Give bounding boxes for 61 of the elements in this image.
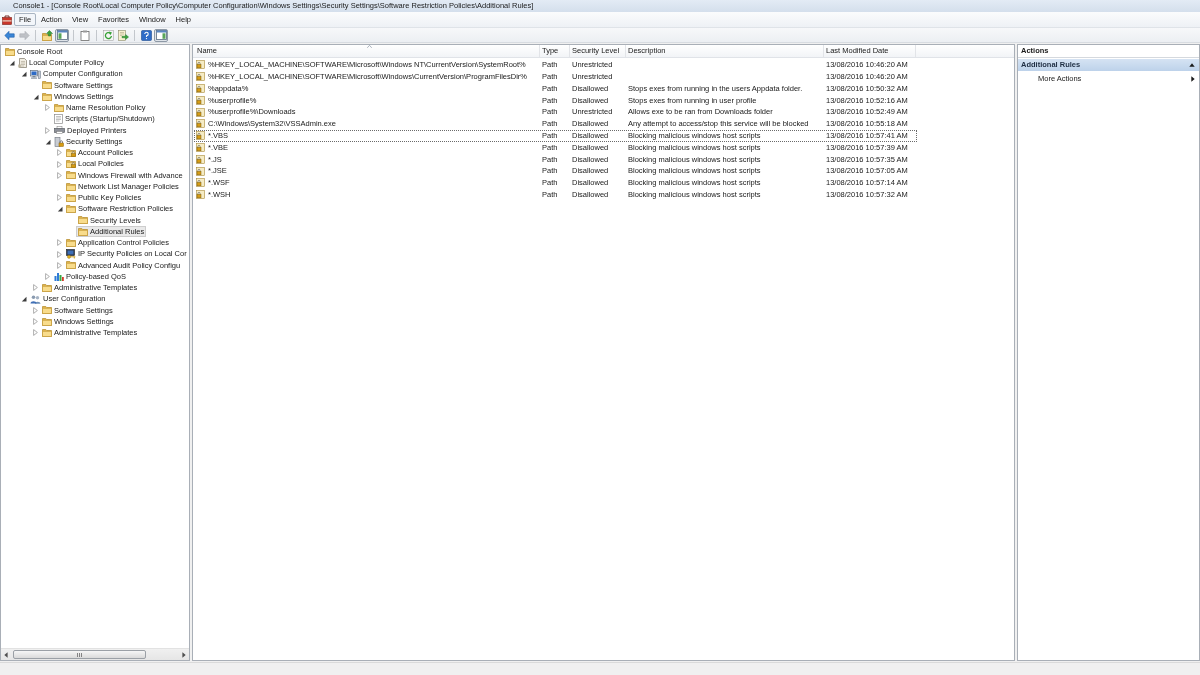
policy-document-icon bbox=[18, 57, 27, 68]
folder-icon bbox=[66, 193, 76, 202]
scroll-left-arrow-icon bbox=[4, 651, 8, 658]
properties-button[interactable] bbox=[78, 28, 92, 42]
lock-document-icon bbox=[196, 154, 205, 164]
lock-folder-icon bbox=[66, 160, 76, 169]
export-document-icon bbox=[117, 29, 129, 41]
up-one-level-button[interactable] bbox=[40, 28, 54, 42]
folder-icon bbox=[78, 227, 88, 236]
lock-document-icon bbox=[196, 142, 205, 152]
folder-icon bbox=[42, 317, 52, 326]
folder-icon bbox=[42, 328, 52, 337]
folder-icon bbox=[42, 306, 52, 315]
lock-document-icon bbox=[196, 107, 205, 117]
scroll-right-arrow-icon bbox=[182, 651, 186, 658]
toolbox-icon bbox=[2, 14, 12, 25]
lock-document-icon bbox=[196, 190, 205, 200]
horizontal-scrollbar[interactable] bbox=[1, 648, 189, 660]
export-list-button[interactable] bbox=[116, 28, 130, 42]
grip-icon bbox=[77, 652, 82, 657]
lock-document-icon bbox=[196, 131, 205, 141]
lock-folder-icon bbox=[66, 148, 76, 157]
clipboard-icon bbox=[80, 29, 90, 41]
folder-icon bbox=[54, 103, 64, 112]
help-button[interactable] bbox=[139, 28, 153, 42]
bar-chart-icon bbox=[54, 272, 64, 282]
forward-arrow-icon bbox=[18, 29, 30, 41]
folder-icon bbox=[66, 205, 76, 214]
back-arrow-icon bbox=[3, 29, 15, 41]
show-action-pane-button[interactable] bbox=[154, 28, 168, 42]
folder-up-arrow-icon bbox=[41, 29, 53, 41]
refresh-icon bbox=[102, 29, 114, 41]
show-tree-button[interactable] bbox=[55, 28, 69, 42]
printer-icon bbox=[54, 126, 65, 135]
security-lock-icon bbox=[54, 136, 64, 147]
folder-icon bbox=[66, 182, 76, 191]
help-icon bbox=[140, 29, 152, 41]
refresh-button[interactable] bbox=[101, 28, 115, 42]
folder-icon bbox=[66, 238, 76, 247]
folder-icon bbox=[42, 283, 52, 292]
lock-document-icon bbox=[196, 72, 205, 82]
users-icon bbox=[30, 294, 41, 304]
left-pane-window-icon bbox=[56, 30, 68, 40]
lock-document-icon bbox=[196, 95, 205, 105]
folder-icon bbox=[66, 171, 76, 180]
lock-document-icon bbox=[196, 178, 205, 188]
folder-icon bbox=[66, 261, 76, 270]
folder-icon bbox=[5, 47, 15, 56]
folder-icon bbox=[78, 216, 88, 225]
key-computer-icon bbox=[66, 249, 76, 260]
computer-icon bbox=[30, 69, 41, 79]
back-button[interactable] bbox=[2, 28, 16, 42]
lock-document-icon bbox=[196, 60, 205, 70]
lock-document-icon bbox=[196, 84, 205, 93]
folder-icon bbox=[42, 81, 52, 90]
scrollbar-thumb[interactable] bbox=[13, 650, 146, 659]
folder-icon bbox=[42, 92, 52, 101]
submenu-arrow-icon bbox=[1191, 76, 1195, 82]
lock-document-icon bbox=[196, 166, 205, 176]
lock-document-icon bbox=[196, 119, 205, 129]
right-pane-window-icon bbox=[155, 30, 167, 40]
